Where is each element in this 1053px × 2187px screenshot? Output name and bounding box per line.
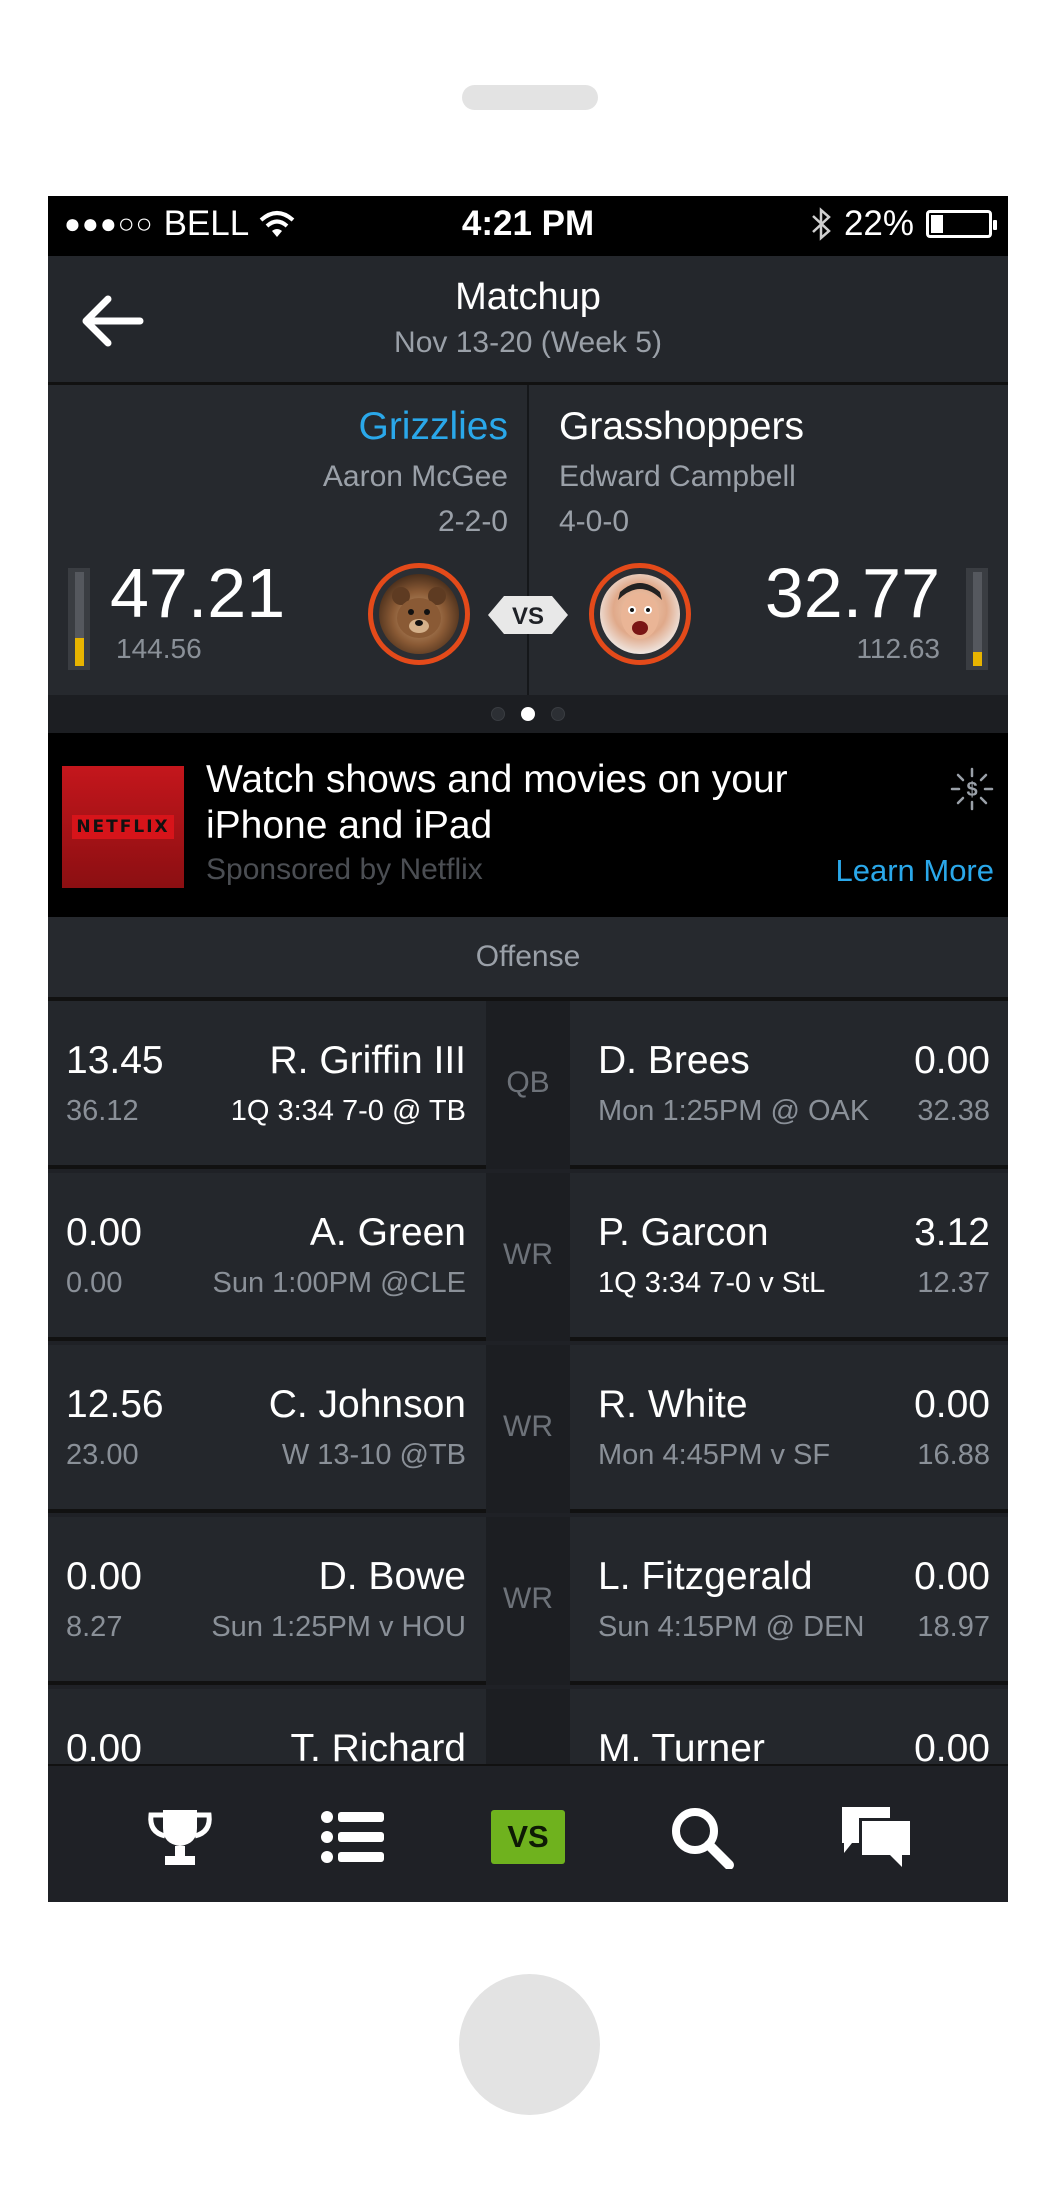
roster-position: WR — [486, 1517, 570, 1685]
right-player-game-info: Mon 1:25PM @ OAK — [598, 1095, 870, 1127]
vs-badge-label: VS — [512, 603, 544, 630]
roster-row[interactable]: 0.00 8.27 D. Bowe Sun 1:25PM v HOU WR L. Fitz… — [48, 1517, 1008, 1685]
roster-list: 13.45 36.12 R. Griffin III 1Q 3:34 7-0 @ TB… — [48, 1001, 1008, 1857]
page-dot[interactable] — [551, 707, 565, 721]
right-player-projected: 12.37 — [917, 1267, 990, 1299]
left-player-game-info: Sun 1:00PM @CLE — [212, 1267, 466, 1299]
right-score-meter — [966, 568, 988, 670]
left-player-projected: 36.12 — [66, 1095, 139, 1127]
ad-banner[interactable]: NETFLIX Watch shows and movies on your i… — [48, 733, 1008, 917]
matchup-divider — [527, 385, 529, 695]
bear-face-icon — [392, 587, 446, 638]
right-team-avatar[interactable] — [589, 563, 691, 665]
left-player-points: 0.00 — [66, 1211, 142, 1254]
tab-trophy[interactable] — [140, 1804, 220, 1870]
matchup-header[interactable]: Grizzlies Aaron McGee 2-2-0 47.21 144.56… — [48, 385, 1008, 695]
svg-text:$: $ — [966, 779, 977, 801]
battery-fill — [931, 215, 944, 233]
section-header-offense: Offense — [48, 917, 1008, 1001]
left-player-name[interactable]: A. Green — [310, 1211, 466, 1255]
tab-bar: VS — [48, 1764, 1008, 1902]
left-team-score: 47.21 — [110, 554, 286, 632]
right-player-name[interactable]: R. White — [598, 1383, 748, 1427]
ad-title: Watch shows and movies on your iPhone an… — [206, 758, 788, 847]
page-dot[interactable] — [521, 707, 535, 721]
page-indicator[interactable] — [48, 695, 1008, 733]
right-meter-fill — [973, 651, 982, 666]
right-team-score: 32.77 — [764, 554, 940, 632]
right-player-game-info: Mon 4:45PM v SF — [598, 1439, 831, 1471]
phone-speaker — [462, 85, 598, 110]
left-team-avatar[interactable] — [368, 563, 470, 665]
tab-chat[interactable] — [836, 1804, 916, 1870]
left-player-projected: 8.27 — [66, 1611, 123, 1643]
sponsored-dollar-icon[interactable]: $ — [948, 765, 996, 813]
right-player-game-info: Sun 4:15PM @ DEN — [598, 1611, 865, 1643]
chat-icon — [842, 1807, 910, 1867]
left-player-name[interactable]: R. Griffin III — [270, 1039, 467, 1083]
roster-row[interactable]: 12.56 23.00 C. Johnson W 13-10 @TB WR R. Whit… — [48, 1345, 1008, 1513]
left-team-projected: 144.56 — [116, 633, 202, 664]
left-meter-fill — [75, 637, 84, 666]
page-subtitle: Nov 13-20 (Week 5) — [394, 326, 662, 359]
left-player-projected: 23.00 — [66, 1439, 139, 1471]
right-player-points: 0.00 — [914, 1555, 990, 1598]
left-team-owner: Aaron McGee — [322, 460, 508, 493]
tab-matchup[interactable]: VS — [488, 1804, 568, 1870]
roster-position: WR — [486, 1345, 570, 1513]
roster-row[interactable]: 13.45 36.12 R. Griffin III 1Q 3:34 7-0 @ TB… — [48, 1001, 1008, 1169]
tab-search[interactable] — [662, 1804, 742, 1870]
page-dot[interactable] — [491, 707, 505, 721]
right-player-projected: 32.38 — [917, 1095, 990, 1127]
right-team-name[interactable]: Grasshoppers — [559, 405, 804, 449]
right-player-name[interactable]: L. Fitzgerald — [598, 1555, 813, 1599]
left-player-points: 13.45 — [66, 1039, 164, 1082]
right-player-points: 3.12 — [914, 1211, 990, 1254]
left-player-points: 0.00 — [66, 1555, 142, 1598]
left-player-projected: 0.00 — [66, 1267, 123, 1299]
left-player-name[interactable]: D. Bowe — [319, 1555, 466, 1599]
right-player-points: 0.00 — [914, 1039, 990, 1082]
ad-sponsor: Sponsored by Netflix — [206, 853, 483, 886]
right-player-points: 0.00 — [914, 1383, 990, 1426]
left-player-game-info: Sun 1:25PM v HOU — [211, 1611, 466, 1643]
roster-position: QB — [486, 1001, 570, 1169]
tab-list[interactable] — [313, 1804, 393, 1870]
vs-badge: VS — [488, 596, 568, 634]
battery-percent: 22% — [843, 204, 914, 243]
right-player-projected: 18.97 — [917, 1611, 990, 1643]
vs-icon: VS — [491, 1810, 565, 1864]
status-bar: ●●●○○ BELL 4:21 PM 22% — [48, 196, 1008, 256]
phone-screen: ●●●○○ BELL 4:21 PM 22% Matchup Nov 13-20… — [48, 196, 1008, 1902]
right-team-projected: 112.63 — [856, 633, 940, 664]
right-player-game-info: 1Q 3:34 7-0 v StL — [598, 1267, 826, 1299]
right-team-owner: Edward Campbell — [559, 460, 796, 493]
left-player-game-info: 1Q 3:34 7-0 @ TB — [230, 1095, 466, 1127]
person-face-icon — [618, 583, 662, 639]
page-title: Matchup — [455, 276, 601, 318]
left-team-record: 2-2-0 — [437, 505, 508, 538]
netflix-logo: NETFLIX — [62, 766, 184, 888]
bluetooth-icon — [812, 207, 831, 241]
roster-position: WR — [486, 1173, 570, 1341]
left-player-game-info: W 13-10 @TB — [281, 1439, 466, 1471]
left-score-meter — [68, 568, 90, 670]
right-player-name[interactable]: D. Brees — [598, 1039, 750, 1083]
list-icon — [321, 1811, 384, 1863]
right-player-projected: 16.88 — [917, 1439, 990, 1471]
trophy-icon — [148, 1810, 212, 1865]
battery-icon — [926, 210, 997, 238]
learn-more-link[interactable]: Learn More — [835, 853, 994, 889]
roster-row[interactable]: 0.00 0.00 A. Green Sun 1:00PM @CLE WR P. Garc… — [48, 1173, 1008, 1341]
right-player-name[interactable]: P. Garcon — [598, 1211, 769, 1255]
right-team-record: 4-0-0 — [559, 505, 630, 538]
nav-bar: Matchup Nov 13-20 (Week 5) — [48, 256, 1008, 385]
left-player-points: 12.56 — [66, 1383, 164, 1426]
left-player-name[interactable]: C. Johnson — [269, 1383, 466, 1427]
search-icon — [672, 1808, 734, 1869]
left-team-name[interactable]: Grizzlies — [358, 405, 508, 449]
home-button[interactable] — [459, 1974, 600, 2115]
